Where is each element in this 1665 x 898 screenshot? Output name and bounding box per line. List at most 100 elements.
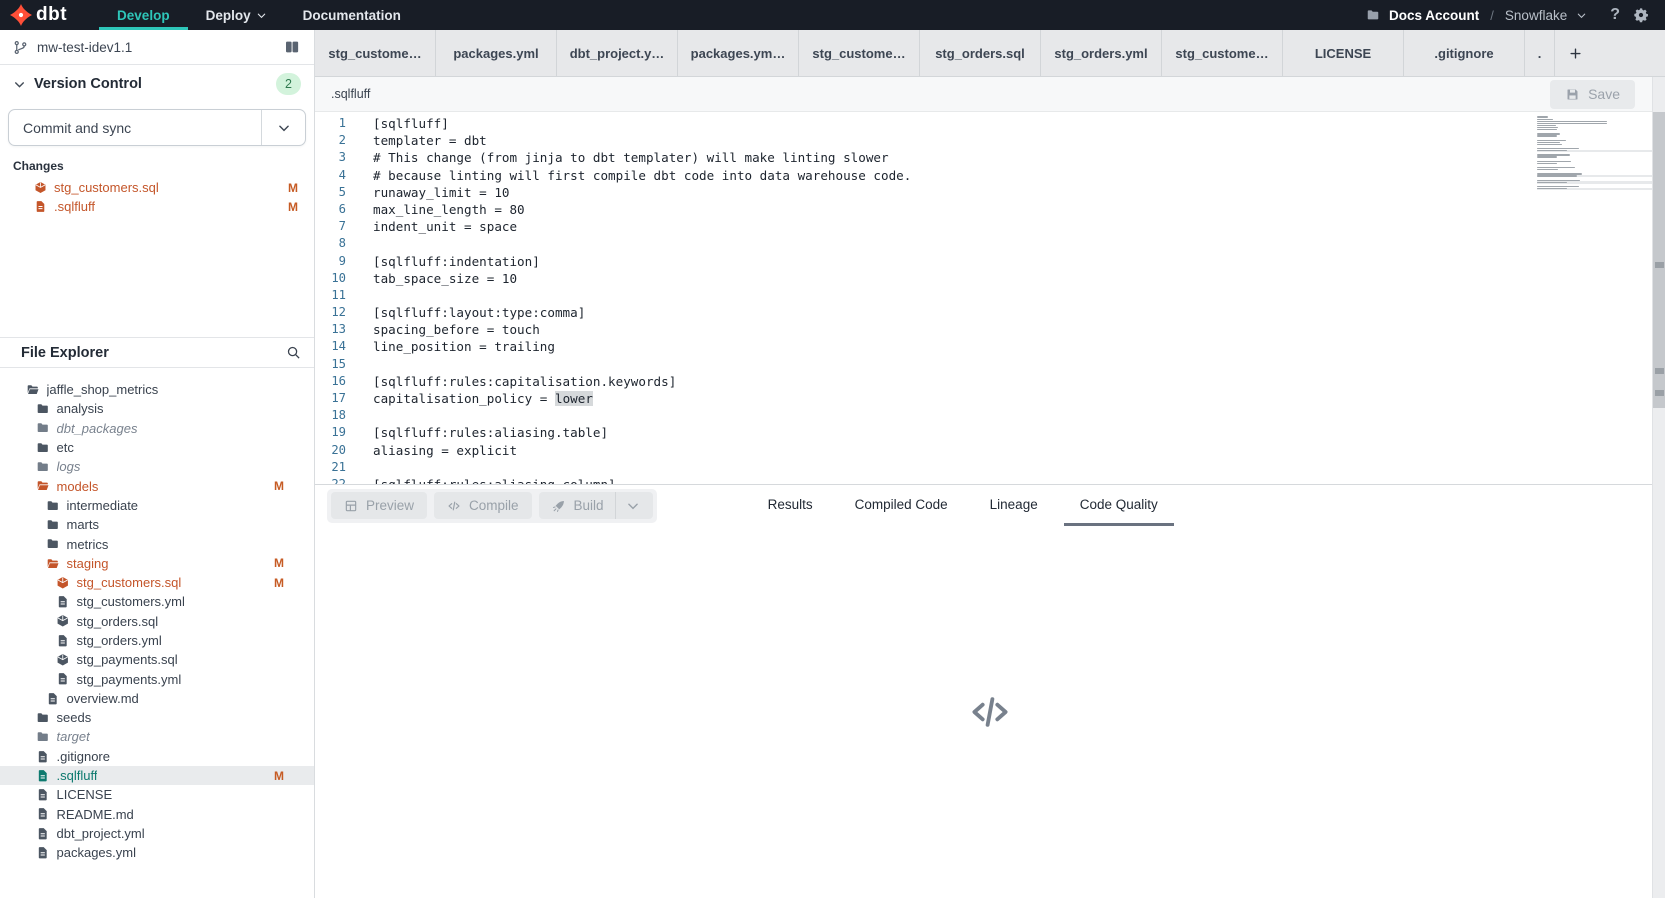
code-text: [sqlfluff:rules:capitalisation.keywords] [356,373,676,390]
tree-item-seeds[interactable]: seeds [0,708,314,727]
file-tab-stg-orders-sql[interactable]: stg_orders.sql [920,30,1041,76]
nav-documentation[interactable]: Documentation [285,0,419,30]
code-line[interactable]: 21 [315,459,1649,476]
file-tab-gitignore[interactable]: .gitignore [1404,30,1525,76]
code-line[interactable]: 13spacing_before = touch [315,321,1649,338]
code-line[interactable]: 10tab_space_size = 10 [315,270,1649,287]
tree-item-stg-orders-sql[interactable]: stg_orders.sql [0,612,314,631]
code-line[interactable]: 22[sqlfluff:rules:aliasing.column] [315,476,1649,484]
file-explorer-header[interactable]: File Explorer [0,337,314,368]
tree-item-target[interactable]: target [0,727,314,746]
tree-item-etc[interactable]: etc [0,438,314,457]
nav-develop[interactable]: Develop [99,0,188,30]
file-tab-stg-orders-yml[interactable]: stg_orders.yml [1041,30,1162,76]
code-text [356,459,373,476]
code-line[interactable]: 20aliasing = explicit [315,442,1649,459]
tree-item-license[interactable]: LICENSE [0,785,314,804]
code-line[interactable]: 4# because linting will first compile db… [315,167,1649,184]
tree-item-sqlfluff[interactable]: .sqlfluffM [0,766,314,785]
scrollbar-thumb[interactable] [1653,112,1665,408]
tree-item-jaffle-shop-metrics[interactable]: jaffle_shop_metrics [0,380,314,399]
tree-item-stg-customers-sql[interactable]: stg_customers.sqlM [0,573,314,592]
code-line[interactable]: 12[sqlfluff:layout:type:comma] [315,304,1649,321]
connection-name[interactable]: Snowflake [1505,8,1567,23]
file-tab-dbt-project-y[interactable]: dbt_project.y… [557,30,678,76]
build-dropdown[interactable] [615,492,640,519]
commit-and-sync-label[interactable]: Commit and sync [9,110,261,145]
chevron-down-icon [626,499,640,513]
changed-file-sqlfluff[interactable]: .sqlfluffM [0,197,314,216]
code-editor[interactable]: 1[sqlfluff]2templater = dbt3# This chang… [315,112,1665,484]
nav-deploy[interactable]: Deploy [188,0,285,30]
tree-item-readme-md[interactable]: README.md [0,805,314,824]
tree-item-dbt-packages[interactable]: dbt_packages [0,419,314,438]
code-line[interactable]: 1[sqlfluff] [315,115,1649,132]
code-line[interactable]: 5runaway_limit = 10 [315,184,1649,201]
preview-button[interactable]: Preview [331,492,427,519]
tree-item-metrics[interactable]: metrics [0,534,314,553]
editor-scrollbar[interactable] [1652,77,1665,898]
gear-icon[interactable] [1633,7,1649,23]
tree-item-label: staging [67,556,109,571]
tree-item-stg-payments-sql[interactable]: stg_payments.sql [0,650,314,669]
code-line[interactable]: 17capitalisation_policy = lower [315,390,1649,407]
code-line[interactable]: 9[sqlfluff:indentation] [315,253,1649,270]
tree-item-marts[interactable]: marts [0,515,314,534]
code-line[interactable]: 7indent_unit = space [315,218,1649,235]
commit-and-sync-button[interactable]: Commit and sync [8,109,306,146]
file-tab-stg-custome[interactable]: stg_custome… [799,30,920,76]
code-line[interactable]: 2templater = dbt [315,132,1649,149]
code-line[interactable]: 19[sqlfluff:rules:aliasing.table] [315,424,1649,441]
code-line[interactable]: 16[sqlfluff:rules:capitalisation.keyword… [315,373,1649,390]
tree-item-overview-md[interactable]: overview.md [0,689,314,708]
minimap[interactable] [1537,116,1649,192]
panel-tab-lineage[interactable]: Lineage [974,485,1054,526]
tree-item-dbt-project-yml[interactable]: dbt_project.yml [0,824,314,843]
code-line[interactable]: 8 [315,235,1649,252]
tree-item-stg-customers-yml[interactable]: stg_customers.yml [0,592,314,611]
tree-item-staging[interactable]: stagingM [0,554,314,573]
tree-item-stg-payments-yml[interactable]: stg_payments.yml [0,669,314,688]
commit-options-dropdown[interactable] [261,110,305,145]
tree-item-models[interactable]: modelsM [0,476,314,495]
panel-tab-code-quality[interactable]: Code Quality [1064,485,1174,526]
tree-item-gitignore[interactable]: .gitignore [0,747,314,766]
account-name[interactable]: Docs Account [1389,8,1479,23]
panel-tab-results[interactable]: Results [752,485,829,526]
save-button[interactable]: Save [1550,80,1635,109]
changed-file-stg-customers-sql[interactable]: stg_customers.sqlM [0,178,314,197]
tree-item-stg-orders-yml[interactable]: stg_orders.yml [0,631,314,650]
build-button[interactable]: Build [539,492,653,519]
file-tab-stg-custome[interactable]: stg_custome… [315,30,436,76]
file-tab-packages-ym[interactable]: packages.ym… [678,30,799,76]
code-line[interactable]: 3# This change (from jinja to dbt templa… [315,149,1649,166]
git-branch-row[interactable]: mw-test-idev1.1 [0,30,314,65]
connection-chevron-down-icon[interactable] [1576,10,1587,21]
compile-button[interactable]: Compile [434,492,532,519]
code-line[interactable]: 18 [315,407,1649,424]
tree-item-logs[interactable]: logs [0,457,314,476]
tree-item-label: dbt_packages [57,421,138,436]
code-line[interactable]: 11 [315,287,1649,304]
code-line[interactable]: 14line_position = trailing [315,338,1649,355]
file-tab-packages-yml[interactable]: packages.yml [436,30,557,76]
panel-tab-compiled-code[interactable]: Compiled Code [839,485,964,526]
book-icon[interactable] [283,39,301,55]
tree-item-intermediate[interactable]: intermediate [0,496,314,515]
dbt-logo[interactable]: dbt [0,0,81,30]
help-icon[interactable]: ? [1610,6,1620,24]
new-tab-button[interactable] [1555,30,1595,76]
version-control-header[interactable]: Version Control 2 [0,65,314,103]
file-tab-stg-custome[interactable]: stg_custome… [1162,30,1283,76]
folder-icon [36,711,50,725]
file-tab-[interactable]: . [1525,30,1555,76]
code-line[interactable]: 15 [315,356,1649,373]
modified-badge: M [288,181,298,195]
changes-count-badge: 2 [276,73,301,95]
code-line[interactable]: 6max_line_length = 80 [315,201,1649,218]
file-tab-license[interactable]: LICENSE [1283,30,1404,76]
search-icon[interactable] [286,345,301,360]
folder-icon [36,460,50,474]
tree-item-analysis[interactable]: analysis [0,399,314,418]
tree-item-packages-yml[interactable]: packages.yml [0,843,314,862]
